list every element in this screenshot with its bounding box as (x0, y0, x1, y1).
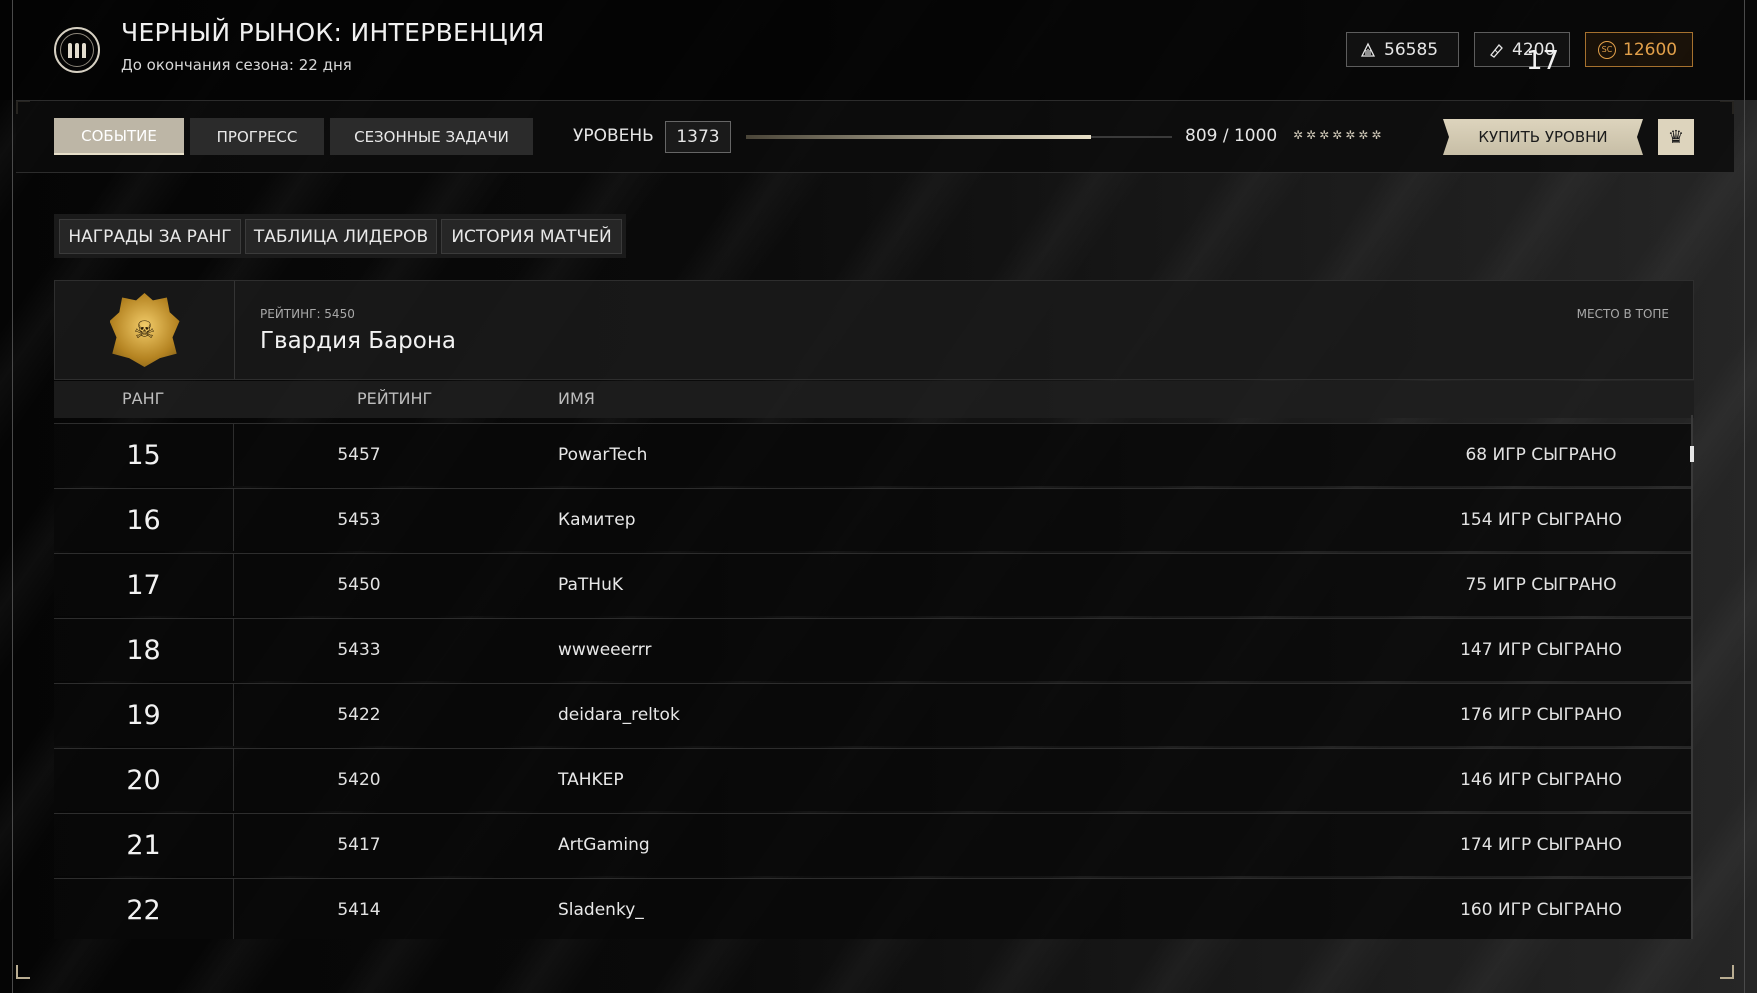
tab-leaderboard[interactable]: ТАБЛИЦА ЛИДЕРОВ (245, 219, 437, 254)
column-rank: РАНГ (122, 389, 165, 408)
row-rank: 16 (54, 489, 234, 551)
tab-event[interactable]: СОБЫТИЕ (54, 118, 184, 155)
row-games-played: 146 ИГР СЫГРАНО (1460, 770, 1622, 790)
frame-right-line (1744, 0, 1745, 993)
scrollbar-track[interactable] (1691, 415, 1693, 939)
row-rating: 5457 (337, 445, 381, 465)
row-rank: 17 (54, 554, 234, 616)
level-value: 1373 (665, 121, 731, 153)
row-player-name: PowarTech (558, 445, 648, 465)
page-title: ЧЕРНЫЙ РЫНОК: ИНТЕРВЕНЦИЯ (121, 18, 545, 47)
row-games-played: 75 ИГР СЫГРАНО (1465, 575, 1617, 595)
row-rating: 5433 (337, 640, 381, 660)
buy-levels-button[interactable]: КУПИТЬ УРОВНИ (1443, 119, 1643, 155)
tab-rank-rewards[interactable]: НАГРАДЫ ЗА РАНГ (59, 219, 241, 254)
row-player-name: Камитер (558, 510, 636, 530)
column-rating: РЕЙТИНГ (357, 389, 433, 408)
row-rank: 15 (54, 424, 234, 486)
row-rating: 5414 (337, 900, 381, 920)
row-rank: 20 (54, 749, 234, 811)
row-player-name: deidara_reltok (558, 705, 680, 725)
row-games-played: 147 ИГР СЫГРАНО (1460, 640, 1622, 660)
skull-emblem-icon: ☠ (109, 293, 180, 367)
level-progress-text: 809 / 1000 (1185, 126, 1278, 146)
event-logo-icon (54, 27, 100, 73)
row-rating: 5422 (337, 705, 381, 725)
place-value: 17 (1526, 46, 1560, 76)
level-progress-fill (746, 135, 1091, 139)
level-progress-bar (746, 135, 1172, 139)
frame-corner (16, 965, 30, 979)
table-row[interactable]: 22 5414 Sladenky_ 160 ИГР СЫГРАНО (54, 878, 1691, 939)
sc-coin-icon: SC (1598, 40, 1616, 59)
column-name: ИМЯ (558, 389, 595, 408)
row-rating: 5417 (337, 835, 381, 855)
table-row[interactable]: 19 5422 deidara_reltok 176 ИГР СЫГРАНО (54, 683, 1691, 746)
tab-season-tasks[interactable]: СЕЗОННЫЕ ЗАДАЧИ (330, 118, 533, 155)
row-games-played: 174 ИГР СЫГРАНО (1460, 835, 1622, 855)
row-rating: 5420 (337, 770, 381, 790)
ticket-currency-icon (1487, 41, 1505, 59)
row-player-name: TAHKEP (558, 770, 624, 790)
frame-corner (1720, 965, 1734, 979)
row-games-played: 154 ИГР СЫГРАНО (1460, 510, 1622, 530)
crown-icon: ♛ (1667, 126, 1685, 148)
row-rank: 18 (54, 619, 234, 681)
table-row[interactable]: 21 5417 ArtGaming 174 ИГР СЫГРАНО (54, 813, 1691, 876)
table-row[interactable]: 18 5433 wwweeerrr 147 ИГР СЫГРАНО (54, 618, 1691, 681)
scrollbar-thumb[interactable] (1690, 446, 1694, 462)
row-games-played: 68 ИГР СЫГРАНО (1465, 445, 1617, 465)
currency-sc-value: 12600 (1623, 39, 1678, 60)
row-rank: 21 (54, 814, 234, 876)
guild-emblem-cell: ☠ (55, 281, 235, 379)
tab-progress[interactable]: ПРОГРЕСС (190, 118, 324, 155)
row-player-name: Sladenky_ (558, 900, 644, 920)
currency-ammo-value: 56585 (1384, 39, 1439, 60)
row-games-played: 160 ИГР СЫГРАНО (1460, 900, 1622, 920)
currency-ammo[interactable]: 56585 (1346, 32, 1459, 67)
ammo-currency-icon (1359, 41, 1377, 59)
leaderboard-list[interactable]: 15 5457 PowarTech 68 ИГР СЫГРАНО 16 5453 Камит… (54, 423, 1691, 939)
season-timer: До окончания сезона: 22 дня (121, 56, 352, 74)
row-player-name: ArtGaming (558, 835, 650, 855)
guild-rating: РЕЙТИНГ: 5450 (260, 307, 355, 321)
row-games-played: 176 ИГР СЫГРАНО (1460, 705, 1622, 725)
guild-name: Гвардия Барона (260, 328, 456, 354)
level-stars: ✲✲✲✲✲✲✲ (1293, 128, 1385, 142)
tab-match-history[interactable]: ИСТОРИЯ МАТЧЕЙ (441, 219, 622, 254)
row-rank: 22 (54, 879, 234, 939)
place-label: МЕСТО В ТОПЕ (1576, 307, 1669, 321)
row-player-name: wwweeerrr (558, 640, 652, 660)
row-rating: 5450 (337, 575, 381, 595)
row-rating: 5453 (337, 510, 381, 530)
table-row[interactable]: 17 5450 PaTHuK 75 ИГР СЫГРАНО (54, 553, 1691, 616)
premium-crown-button[interactable]: ♛ (1658, 119, 1694, 155)
row-player-name: PaTHuK (558, 575, 623, 595)
level-label: УРОВЕНЬ (573, 126, 654, 146)
frame-left-line (12, 0, 13, 993)
table-row[interactable]: 16 5453 Камитер 154 ИГР СЫГРАНО (54, 488, 1691, 551)
row-rank: 19 (54, 684, 234, 746)
guild-summary: ☠ РЕЙТИНГ: 5450 Гвардия Барона МЕСТО В Т… (54, 280, 1694, 380)
table-row[interactable]: 20 5420 TAHKEP 146 ИГР СЫГРАНО (54, 748, 1691, 811)
currency-sc[interactable]: SC 12600 (1585, 32, 1693, 67)
table-header: РАНГ РЕЙТИНГ ИМЯ (54, 381, 1694, 418)
table-row[interactable]: 15 5457 PowarTech 68 ИГР СЫГРАНО (54, 423, 1691, 486)
